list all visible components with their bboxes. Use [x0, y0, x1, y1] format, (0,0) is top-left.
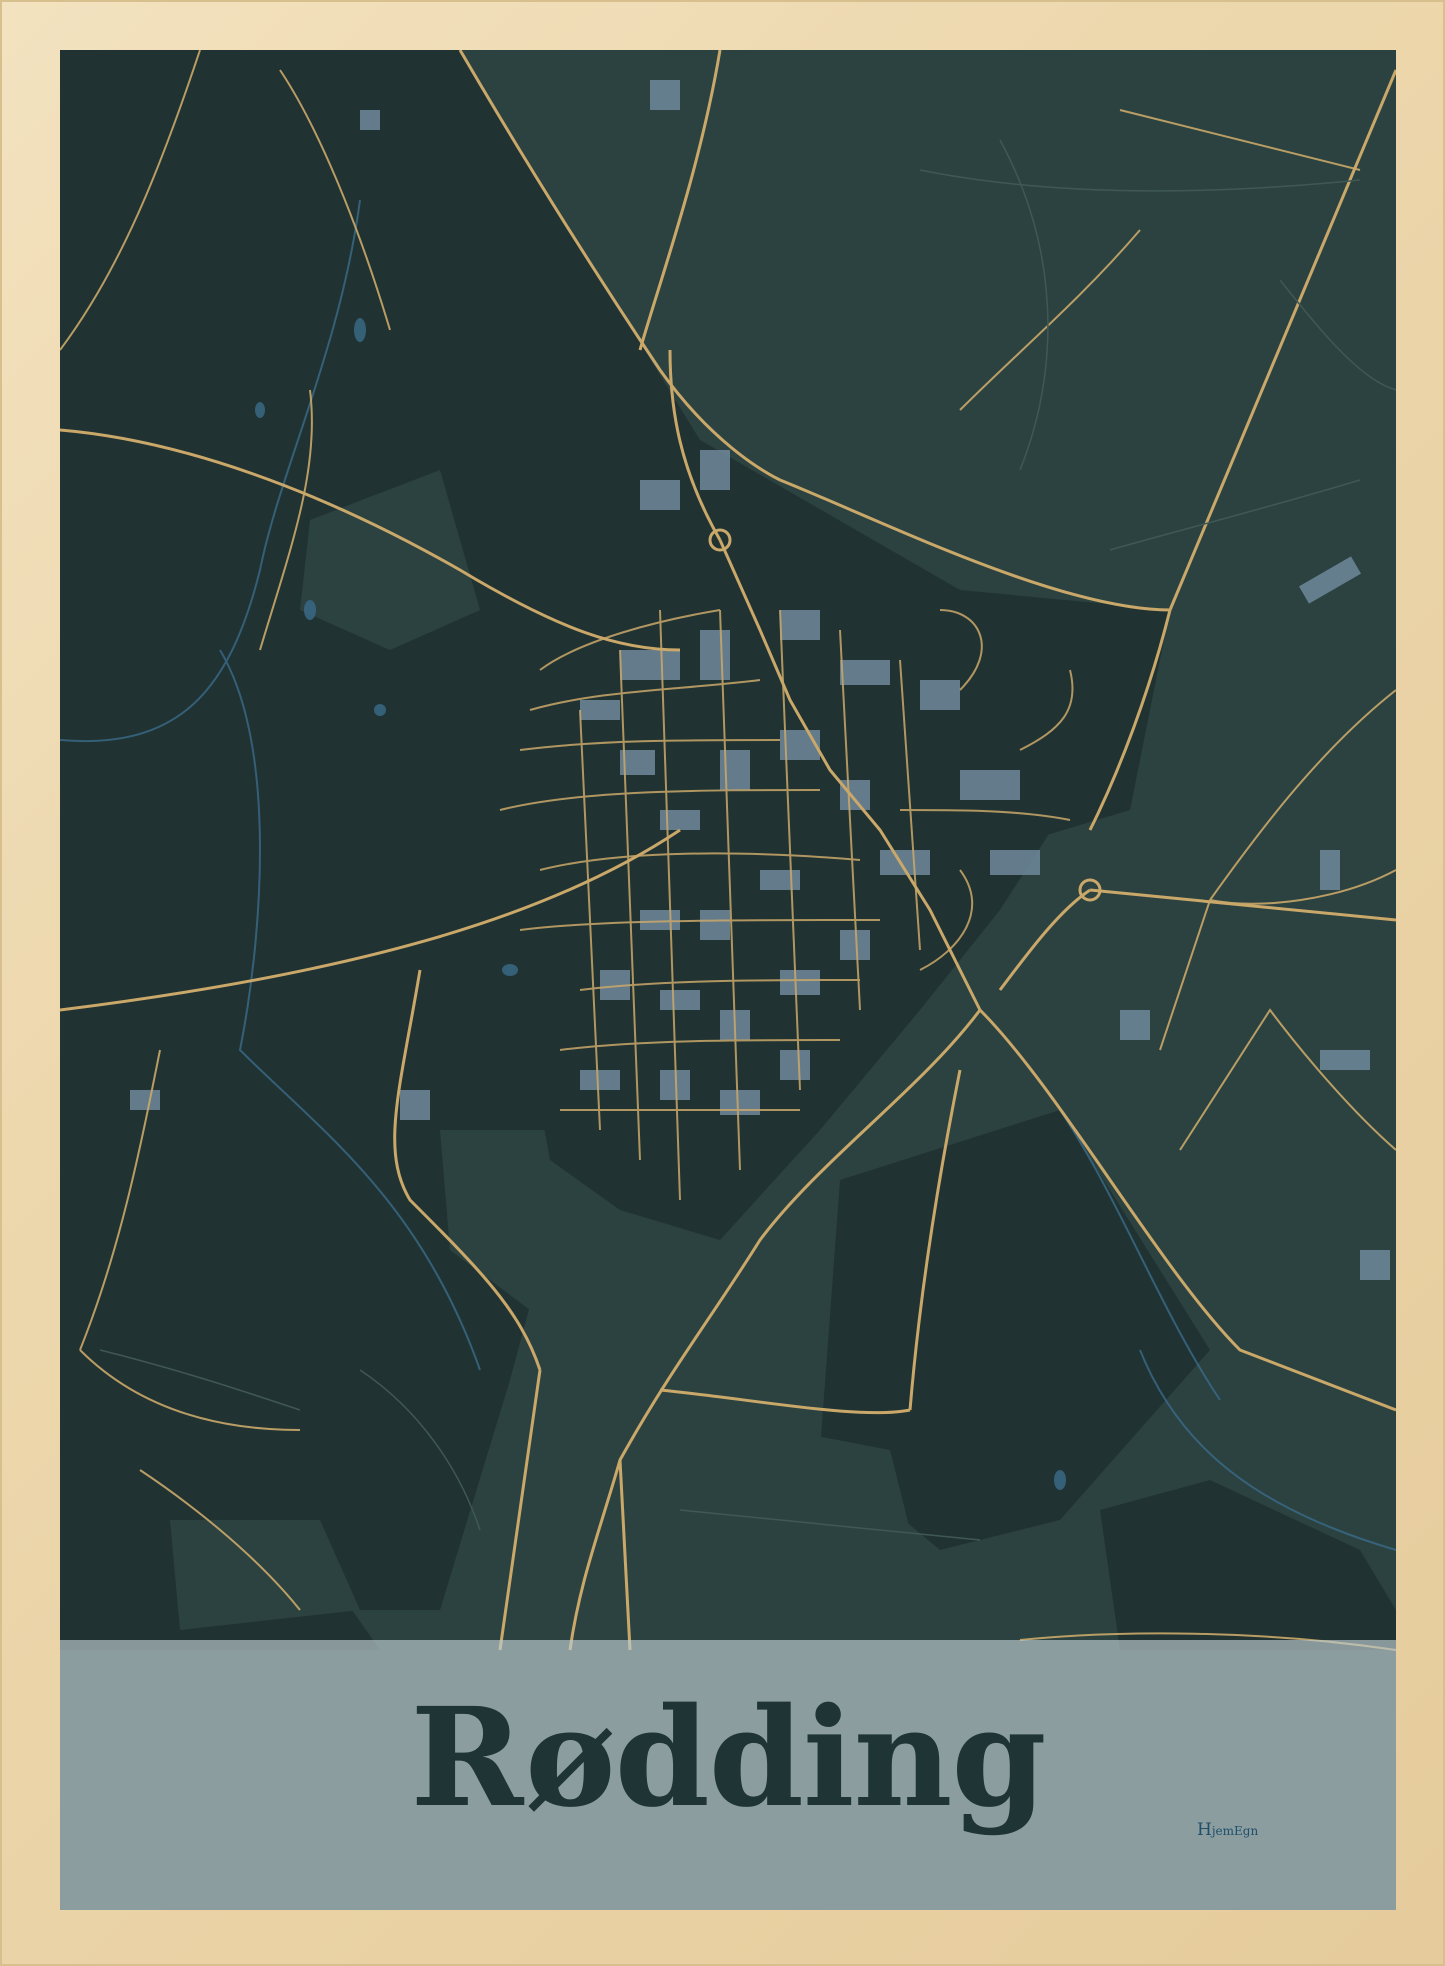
city-name-title: Rødding [410, 1678, 1046, 1838]
map-canvas [60, 50, 1396, 1910]
brand-rest: jemEgn [1211, 1824, 1259, 1838]
brand-initial: H [1197, 1820, 1212, 1840]
map-poster: Rødding HjemEgn [60, 50, 1396, 1910]
brand-logo: HjemEgn [1197, 1820, 1258, 1840]
